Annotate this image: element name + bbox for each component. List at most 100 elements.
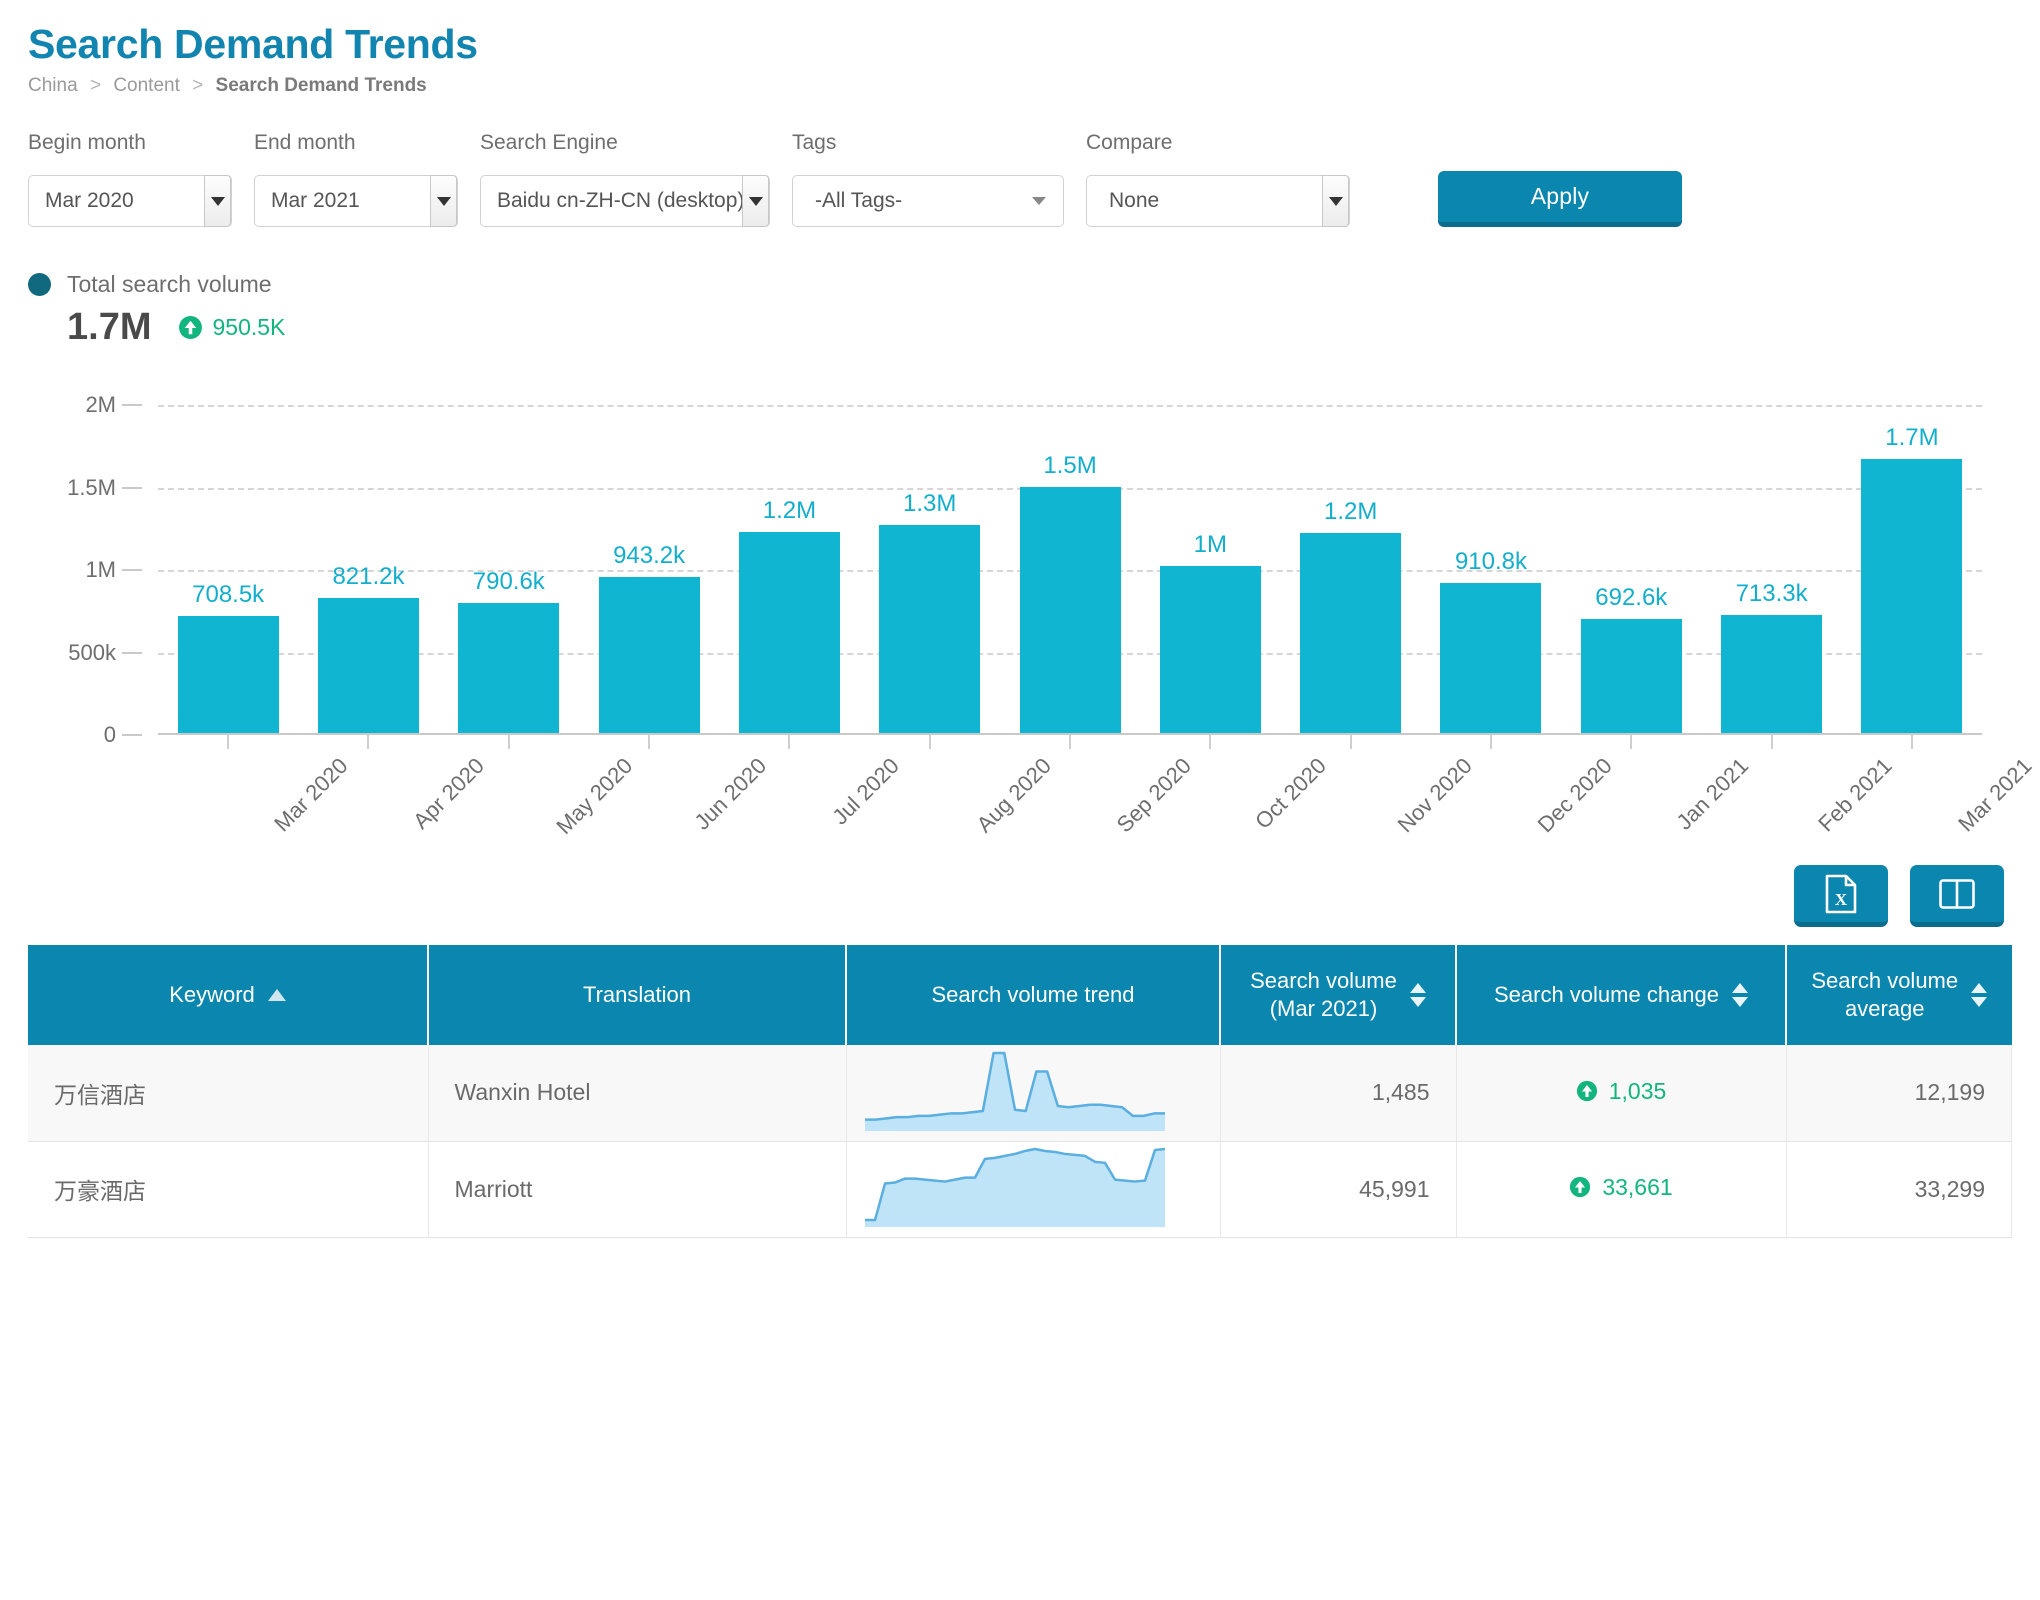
chart-bar-group[interactable]: 1.5M	[1000, 405, 1140, 733]
column-header-search-volume-change[interactable]: Search volume change	[1456, 945, 1786, 1045]
x-axis-tick	[648, 735, 650, 749]
column-layout-button[interactable]	[1910, 865, 2004, 927]
chevron-down-icon[interactable]	[1322, 175, 1349, 227]
table-row[interactable]: 万豪酒店Marriott45,99133,66133,299	[28, 1141, 2012, 1237]
breadcrumb-item-china[interactable]: China	[28, 75, 78, 96]
compare-label: Compare	[1086, 131, 1350, 155]
chart-bar-group[interactable]: 713.3k	[1701, 405, 1841, 733]
legend-dot-icon	[28, 273, 51, 296]
breadcrumb-item-content[interactable]: Content	[113, 75, 180, 96]
y-axis-tick	[122, 487, 142, 489]
chevron-down-icon[interactable]	[1032, 197, 1046, 205]
x-axis-tick-label: Mar 2020	[269, 753, 353, 837]
chart-bar[interactable]	[1581, 619, 1682, 733]
column-header-search-volume-trend[interactable]: Search volume trend	[846, 945, 1220, 1045]
x-axis-tick-label: May 2020	[551, 753, 638, 840]
begin-month-value: Mar 2020	[29, 189, 150, 213]
chart-bar[interactable]	[1020, 487, 1121, 733]
chart-bar-value-label: 708.5k	[192, 581, 264, 609]
chart-bar-group[interactable]: 1.7M	[1842, 405, 1982, 733]
chart-bar[interactable]	[1160, 566, 1261, 733]
chevron-down-icon[interactable]	[430, 175, 457, 227]
column-header-search-volume-line1: Search volume	[1250, 967, 1397, 996]
x-axis-tick-label: Jun 2020	[690, 753, 772, 835]
tags-label: Tags	[792, 131, 1064, 155]
x-axis-tick-label: Jan 2021	[1672, 753, 1754, 835]
column-header-keyword-label: Keyword	[169, 981, 255, 1010]
search-volume-chart: 0500k1M1.5M2M 708.5k821.2k790.6k943.2k1.…	[28, 405, 2012, 835]
cell-keyword: 万豪酒店	[28, 1141, 428, 1237]
svg-text:X: X	[1835, 890, 1848, 909]
cell-translation: Wanxin Hotel	[428, 1045, 846, 1141]
search-engine-value: Baidu cn-ZH-CN (desktop)	[481, 189, 760, 213]
chart-bar-group[interactable]: 943.2k	[579, 405, 719, 733]
sort-toggle-icon[interactable]	[1971, 983, 1987, 1007]
excel-file-icon: X	[1824, 874, 1858, 914]
x-axis-tick-label: Nov 2020	[1392, 753, 1477, 838]
chart-bar-group[interactable]: 821.2k	[298, 405, 438, 733]
search-engine-select[interactable]: Baidu cn-ZH-CN (desktop)	[480, 175, 770, 227]
chart-bar[interactable]	[1440, 583, 1541, 733]
chart-bar[interactable]	[599, 577, 700, 733]
y-axis-tick	[122, 652, 142, 654]
chart-bar[interactable]	[739, 532, 840, 733]
chart-bar-group[interactable]: 910.8k	[1421, 405, 1561, 733]
chart-bar[interactable]	[458, 603, 559, 733]
cell-change-value: 1,035	[1609, 1078, 1667, 1105]
chart-bar-value-label: 1.5M	[1043, 452, 1096, 480]
cell-translation: Marriott	[428, 1141, 846, 1237]
chart-bar[interactable]	[318, 598, 419, 733]
chevron-down-icon[interactable]	[204, 175, 231, 227]
chart-bar-group[interactable]: 790.6k	[439, 405, 579, 733]
kpi-delta: 950.5K	[178, 314, 285, 341]
breadcrumb-separator: >	[192, 75, 203, 96]
x-axis-tick	[1350, 735, 1352, 749]
apply-button[interactable]: Apply	[1438, 171, 1682, 227]
tags-select[interactable]: -All Tags-	[792, 175, 1064, 227]
begin-month-select[interactable]: Mar 2020	[28, 175, 232, 227]
filter-begin-month: Begin month Mar 2020	[28, 131, 232, 227]
kpi-value: 1.7M	[67, 306, 151, 349]
column-header-keyword[interactable]: Keyword	[28, 945, 428, 1045]
compare-value: None	[1087, 189, 1175, 213]
filter-bar: Begin month Mar 2020 End month Mar 2021 …	[28, 131, 2012, 227]
chart-bars: 708.5k821.2k790.6k943.2k1.2M1.3M1.5M1M1.…	[158, 405, 1982, 733]
column-header-translation[interactable]: Translation	[428, 945, 846, 1045]
chevron-down-icon[interactable]	[742, 175, 769, 227]
sort-toggle-icon[interactable]	[1410, 983, 1426, 1007]
x-axis-tick	[1630, 735, 1632, 749]
compare-select[interactable]: None	[1086, 175, 1350, 227]
export-excel-button[interactable]: X	[1794, 865, 1888, 927]
cell-search-volume: 45,991	[1220, 1141, 1456, 1237]
chart-bar[interactable]	[1300, 533, 1401, 733]
column-header-search-volume[interactable]: Search volume (Mar 2021)	[1220, 945, 1456, 1045]
column-header-search-volume-average[interactable]: Search volume average	[1786, 945, 2012, 1045]
chart-bar[interactable]	[1861, 459, 1962, 733]
column-header-search-volume-line2: (Mar 2021)	[1250, 995, 1397, 1024]
chart-bar-group[interactable]: 1.3M	[860, 405, 1000, 733]
chart-bar-group[interactable]: 708.5k	[158, 405, 298, 733]
chart-bar[interactable]	[879, 525, 980, 733]
chart-bar-group[interactable]: 1.2M	[719, 405, 859, 733]
chart-bar-group[interactable]: 1.2M	[1281, 405, 1421, 733]
filter-end-month: End month Mar 2021	[254, 131, 458, 227]
x-axis-tick	[1209, 735, 1211, 749]
cell-search-volume-average: 12,199	[1786, 1045, 2012, 1141]
chart-bar-value-label: 1.7M	[1885, 424, 1938, 452]
table-row[interactable]: 万信酒店Wanxin Hotel1,4851,03512,199	[28, 1045, 2012, 1141]
sort-ascending-icon[interactable]	[268, 989, 286, 1001]
chart-bar[interactable]	[178, 616, 279, 733]
chart-bar-value-label: 692.6k	[1595, 584, 1667, 612]
search-engine-label: Search Engine	[480, 131, 770, 155]
end-month-select[interactable]: Mar 2021	[254, 175, 458, 227]
chart-bar[interactable]	[1721, 615, 1822, 733]
x-axis-tick	[1771, 735, 1773, 749]
cell-search-volume-trend	[846, 1141, 1220, 1237]
x-axis-tick-label: Mar 2021	[1953, 753, 2037, 837]
chart-bar-group[interactable]: 1M	[1140, 405, 1280, 733]
sparkline-icon	[865, 1049, 1165, 1131]
chart-x-ticks	[158, 735, 1982, 749]
y-axis-tick-label: 1M	[85, 557, 116, 583]
chart-bar-group[interactable]: 692.6k	[1561, 405, 1701, 733]
sort-toggle-icon[interactable]	[1732, 983, 1748, 1007]
